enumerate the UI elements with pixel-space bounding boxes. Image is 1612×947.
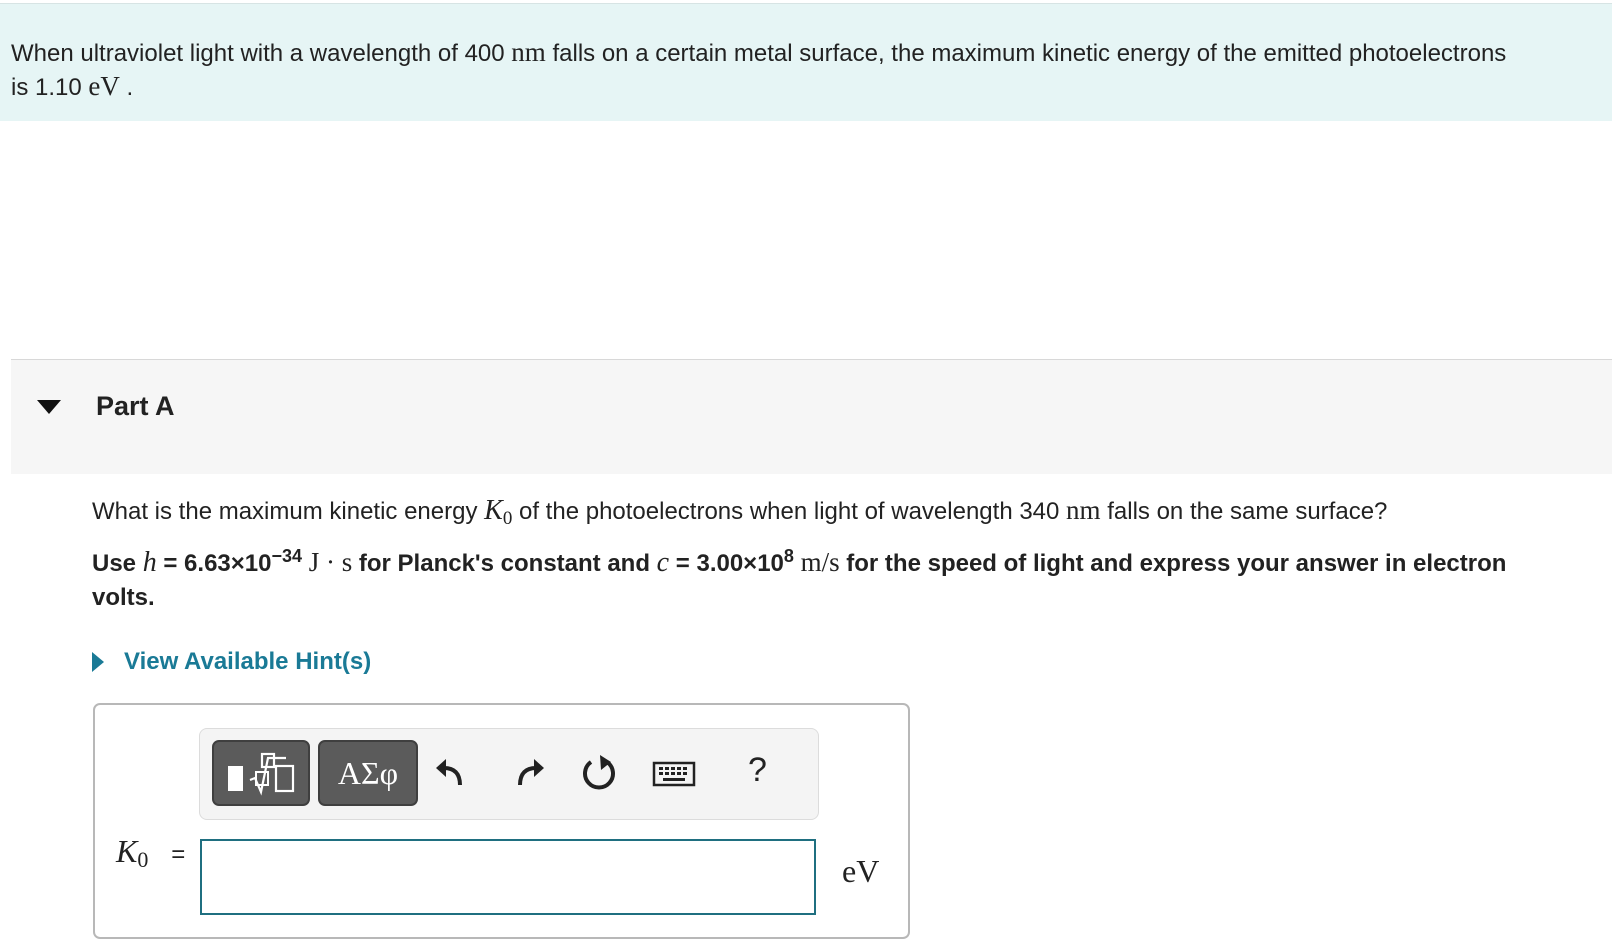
question-text-1: What is the maximum kinetic energy <box>92 498 478 525</box>
answer-k-sub: 0 <box>137 847 149 872</box>
question-text: What is the maximum kinetic energy K0 of… <box>92 493 1592 536</box>
answer-k-symbol: K <box>116 833 138 869</box>
question-unit-nm: nm <box>1066 495 1101 525</box>
help-button[interactable]: ? <box>748 751 767 790</box>
problem-intro: When ultraviolet light with a wavelength… <box>0 3 1612 121</box>
instr-end: for the speed of light and express your … <box>92 550 1507 611</box>
c-value: = 3.00×108 <box>675 546 794 577</box>
h-symbol: h <box>142 547 157 578</box>
redo-icon[interactable] <box>508 751 552 795</box>
answer-box: ΑΣφ ? K0 = eV <box>93 703 910 939</box>
c-symbol: c <box>656 547 670 578</box>
c-unit: m/s <box>800 547 840 577</box>
intro-unit-nm: nm <box>511 37 546 67</box>
hint-label[interactable]: View Available Hint(s) <box>124 648 371 676</box>
instr-mid: for Planck's constant and <box>358 550 650 577</box>
answer-equals: = <box>171 841 186 868</box>
template-icon <box>228 752 295 796</box>
answer-unit: eV <box>842 853 880 889</box>
k-symbol: K0 <box>484 495 513 529</box>
expand-caret-icon <box>92 652 104 672</box>
collapse-caret-icon[interactable] <box>37 400 61 414</box>
answer-input[interactable] <box>200 839 816 915</box>
intro-unit-ev: eV <box>88 71 120 101</box>
part-title: Part A <box>96 391 175 421</box>
template-button[interactable] <box>212 740 310 806</box>
part-a-header[interactable]: Part A <box>11 359 1612 474</box>
reset-icon[interactable] <box>577 751 621 795</box>
h-unit: J · s <box>308 547 353 577</box>
h-value: = 6.63×10−34 <box>163 546 303 577</box>
keyboard-icon[interactable] <box>651 751 697 795</box>
answer-label: K0 = <box>116 833 185 873</box>
instruction-text: Use h = 6.63×10−34 J · s for Planck's co… <box>92 545 1572 615</box>
intro-text-3: . <box>126 74 134 101</box>
question-text-2: of the photoelectrons when light of wave… <box>519 498 1060 525</box>
math-toolbar: ΑΣφ ? <box>199 728 819 820</box>
view-hints-link[interactable]: View Available Hint(s) <box>92 645 371 679</box>
question-text-3: falls on the same surface? <box>1107 498 1388 525</box>
undo-icon[interactable] <box>428 751 472 795</box>
problem-statement: When ultraviolet light with a wavelength… <box>11 36 1511 104</box>
instr-use: Use <box>92 550 137 577</box>
intro-text-1: When ultraviolet light with a wavelength… <box>11 40 505 67</box>
greek-symbols-button[interactable]: ΑΣφ <box>318 740 418 806</box>
